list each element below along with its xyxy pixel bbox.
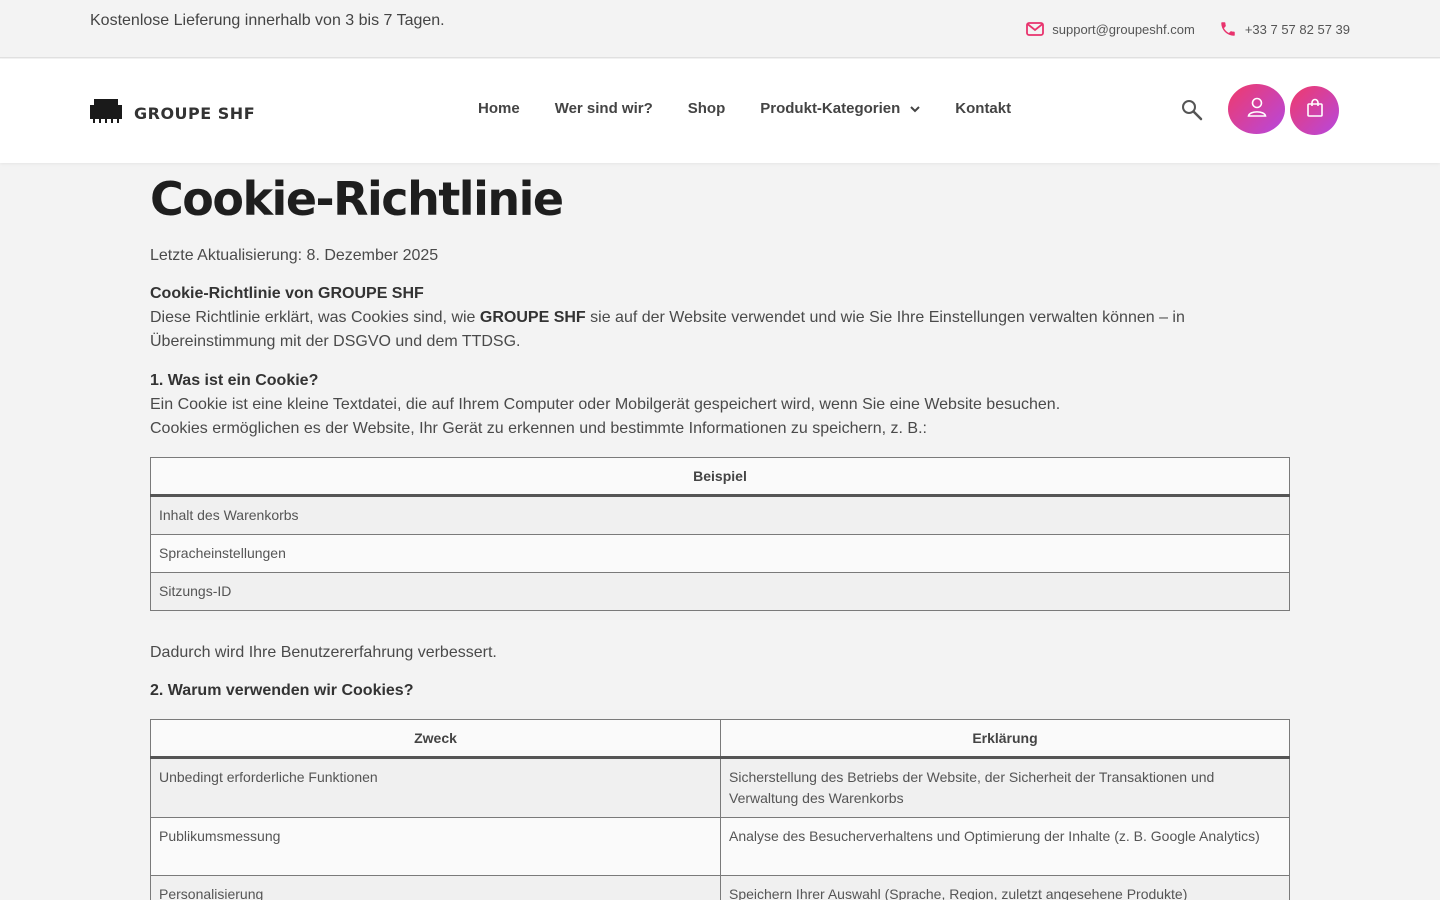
purposes-table: Zweck Erklärung Unbedingt erforderliche … xyxy=(150,719,1290,900)
table-cell: Publikumsmessung xyxy=(150,817,721,876)
intro-text: Diese Richtlinie erklärt, was Cookies si… xyxy=(150,306,1290,354)
search-icon xyxy=(1180,100,1204,126)
intro-heading: Cookie-Richtlinie von GROUPE SHF xyxy=(150,285,424,302)
table-header-row: Zweck Erklärung xyxy=(150,719,1290,759)
table-row: Unbedingt erforderliche Funktionen Siche… xyxy=(150,757,1290,818)
table-row: Inhalt des Warenkorbs xyxy=(150,495,1290,535)
table-row: Sitzungs-ID xyxy=(150,572,1290,611)
section-2-heading: 2. Warum verwenden wir Cookies? xyxy=(150,682,414,699)
contact-info: support@groupeshf.com +33 7 57 82 57 39 xyxy=(1026,20,1350,38)
nav-contact[interactable]: Kontakt xyxy=(955,100,1011,117)
table-row: Publikumsmessung Analyse des Besucherver… xyxy=(150,817,1290,876)
table-cell: Sitzungs-ID xyxy=(150,572,1290,611)
table-header-row: Beispiel xyxy=(150,457,1290,497)
table-row: Spracheinstellungen xyxy=(150,534,1290,573)
nav-shop[interactable]: Shop xyxy=(688,100,726,117)
after-table-text: Dadurch wird Ihre Benutzererfahrung verb… xyxy=(150,644,497,661)
shopping-bag-icon xyxy=(1306,98,1324,123)
chevron-down-icon xyxy=(910,100,920,117)
phone-link[interactable]: +33 7 57 82 57 39 xyxy=(1219,20,1350,38)
table-cell: Sicherstellung des Betriebs der Website,… xyxy=(720,757,1290,818)
last-update: Letzte Aktualisierung: 8. Dezember 2025 xyxy=(150,247,439,264)
logo-text: GROUPE SHF xyxy=(134,104,256,123)
section-1-heading: 1. Was ist ein Cookie? xyxy=(150,372,319,389)
table-cell: Spracheinstellungen xyxy=(150,534,1290,573)
phone-text: +33 7 57 82 57 39 xyxy=(1244,21,1350,37)
logo-icon xyxy=(90,99,122,128)
section-1-line-2: Cookies ermöglichen es der Website, Ihr … xyxy=(150,420,927,437)
top-bar: Kostenlose Lieferung innerhalb von 3 bis… xyxy=(0,0,1440,58)
promo-text: Kostenlose Lieferung innerhalb von 3 bis… xyxy=(90,12,445,29)
nav-about[interactable]: Wer sind wir? xyxy=(555,100,653,117)
phone-icon xyxy=(1219,20,1237,38)
section-1-line-1: Ein Cookie ist eine kleine Textdatei, di… xyxy=(150,396,1061,413)
search-button[interactable] xyxy=(1180,98,1204,122)
intro-brand: GROUPE SHF xyxy=(479,309,586,326)
email-text: support@groupeshf.com xyxy=(1052,21,1195,37)
intro-section: Cookie-Richtlinie von GROUPE SHF Diese R… xyxy=(150,282,1290,354)
table-cell: Personalisierung xyxy=(150,875,721,900)
main-nav: Home Wer sind wir? Shop Produkt-Kategori… xyxy=(478,100,1011,117)
table-cell: Inhalt des Warenkorbs xyxy=(150,495,1290,535)
nav-categories[interactable]: Produkt-Kategorien xyxy=(760,100,920,117)
cart-button[interactable] xyxy=(1290,86,1339,135)
table-header-cell: Erklärung xyxy=(720,719,1290,759)
user-icon xyxy=(1246,96,1268,123)
intro-text-pre: Diese Richtlinie erklärt, was Cookies si… xyxy=(150,309,480,326)
examples-table: Beispiel Inhalt des Warenkorbs Sprachein… xyxy=(150,457,1290,611)
table-header-cell: Zweck xyxy=(150,719,721,759)
nav-categories-label: Produkt-Kategorien xyxy=(760,100,901,117)
table-cell: Unbedingt erforderliche Funktionen xyxy=(150,757,721,818)
account-button[interactable] xyxy=(1228,84,1285,134)
main-header: GROUPE SHF Home Wer sind wir? Shop Produ… xyxy=(0,59,1440,163)
nav-home[interactable]: Home xyxy=(478,100,520,117)
table-header-cell: Beispiel xyxy=(150,457,1290,497)
main-content: Cookie-Richtlinie Letzte Aktualisierung:… xyxy=(150,172,1290,900)
page-title: Cookie-Richtlinie xyxy=(150,172,564,226)
section-1: 1. Was ist ein Cookie? Ein Cookie ist ei… xyxy=(150,369,1290,441)
mail-icon xyxy=(1026,22,1045,36)
site-logo[interactable]: GROUPE SHF xyxy=(90,99,255,128)
table-cell: Analyse des Besucherverhaltens und Optim… xyxy=(720,817,1290,876)
email-link[interactable]: support@groupeshf.com xyxy=(1026,22,1195,37)
table-cell: Speichern Ihrer Auswahl (Sprache, Region… xyxy=(720,875,1290,900)
table-row: Personalisierung Speichern Ihrer Auswahl… xyxy=(150,875,1290,900)
